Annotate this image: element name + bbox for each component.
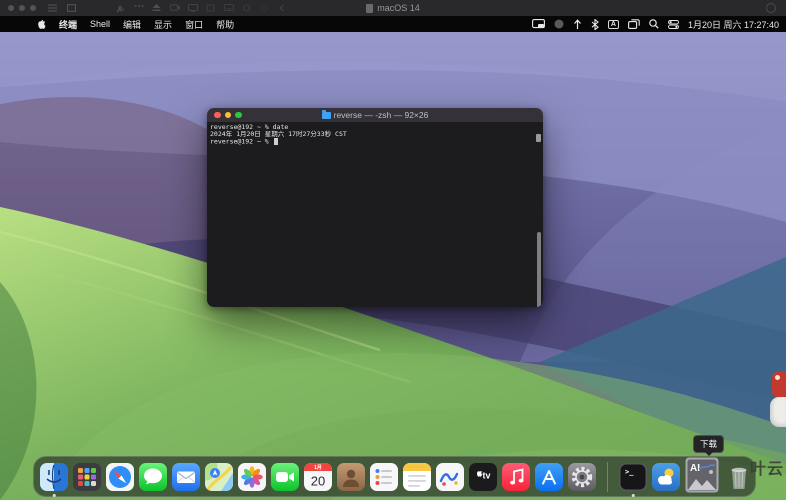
zoom-icon[interactable] <box>235 112 242 119</box>
vm-display-icon[interactable] <box>188 4 197 12</box>
vm-settings-icon[interactable] <box>260 4 269 12</box>
terminal-cursor <box>274 138 278 145</box>
dock-freeform-icon[interactable] <box>436 463 464 491</box>
dock-facetime-icon[interactable] <box>271 463 299 491</box>
edge-widget-icon[interactable] <box>770 397 786 427</box>
scrollbar-thumb[interactable] <box>537 232 541 307</box>
vm-tools-icon[interactable] <box>116 4 125 12</box>
edge-widget-icon[interactable] <box>772 371 786 398</box>
arrow-up-icon[interactable] <box>573 16 582 32</box>
macos-menubar: 终端 Shell 编辑 显示 窗口 帮助 A <box>0 16 786 32</box>
vm-refresh-icon[interactable] <box>766 3 776 13</box>
dock: 1月20 tv >_ <box>33 456 756 497</box>
vm-snapshot-icon[interactable] <box>242 4 251 12</box>
vm-minimize-icon[interactable] <box>19 5 25 11</box>
input-source-icon[interactable]: A <box>608 20 619 29</box>
dock-photos-icon[interactable] <box>238 463 266 491</box>
vm-keyboard-icon[interactable] <box>224 4 233 12</box>
watermark-text: 叶云 <box>750 455 784 479</box>
dock-system-settings-icon[interactable] <box>568 463 596 491</box>
dock-finder-icon[interactable] <box>40 463 68 491</box>
vm-fullscreen-icon[interactable] <box>67 4 76 12</box>
vm-traffic-lights[interactable] <box>8 5 36 11</box>
folder-icon <box>322 112 331 119</box>
menu-view[interactable]: 显示 <box>154 18 172 31</box>
dock-mail-icon[interactable] <box>172 463 200 491</box>
minimize-icon[interactable] <box>225 112 232 119</box>
control-center-icon[interactable] <box>668 16 679 32</box>
menu-edit[interactable]: 编辑 <box>123 18 141 31</box>
dock-maps-icon[interactable] <box>205 463 233 491</box>
dock-downloads-stack-icon[interactable]: AI <box>685 457 719 493</box>
running-indicator <box>53 494 56 497</box>
dock-reminders-icon[interactable] <box>370 463 398 491</box>
vm-sidebar-icon[interactable] <box>48 4 57 12</box>
vm-document-icon <box>366 4 373 13</box>
terminal-content[interactable]: reverse@192 ~ % date 2024年 1月20日 星期六 17时… <box>207 122 543 307</box>
svg-text:>_: >_ <box>625 468 634 476</box>
dock-tv-icon[interactable]: tv <box>469 463 497 491</box>
dock-safari-icon[interactable] <box>106 463 134 491</box>
dock-messages-icon[interactable] <box>139 463 167 491</box>
menu-terminal[interactable]: 终端 <box>59 18 77 31</box>
terminal-prompt: reverse@192 ~ % <box>210 138 535 146</box>
menu-window[interactable]: 窗口 <box>185 18 203 31</box>
dock-terminal-icon[interactable]: >_ <box>619 463 647 491</box>
dock-contacts-icon[interactable] <box>337 463 365 491</box>
terminal-titlebar[interactable]: reverse — -zsh — 92×26 <box>207 108 543 122</box>
vm-eject-icon[interactable] <box>152 4 161 12</box>
dock-music-icon[interactable] <box>502 463 530 491</box>
screen-mirroring-icon[interactable] <box>532 16 545 32</box>
apple-menu-icon[interactable] <box>36 16 46 32</box>
running-indicator <box>632 494 635 497</box>
vm-window-toolbar: macOS 14 <box>0 0 786 16</box>
siri-icon[interactable] <box>554 16 564 32</box>
close-icon[interactable] <box>214 112 221 119</box>
downloads-tooltip: 下载 <box>693 435 724 453</box>
dock-app-store-icon[interactable] <box>535 463 563 491</box>
vm-camera-icon[interactable] <box>170 4 179 12</box>
windows-stack-icon[interactable] <box>628 16 640 32</box>
scrollbar-mark[interactable] <box>536 134 541 142</box>
search-icon[interactable] <box>649 16 659 32</box>
vm-close-icon[interactable] <box>8 5 14 11</box>
screen: macOS 14 终端 Shell 编辑 显示 窗口 帮助 <box>0 0 786 500</box>
dock-divider <box>607 462 608 492</box>
bluetooth-icon[interactable] <box>591 16 599 32</box>
vm-zoom-icon[interactable] <box>30 5 36 11</box>
dock-calendar-icon[interactable]: 1月20 <box>304 463 332 491</box>
menubar-clock[interactable]: 1月20日 周六 17:27:40 <box>688 18 779 31</box>
vm-more-icon[interactable] <box>134 4 143 12</box>
menu-help[interactable]: 帮助 <box>216 18 234 31</box>
terminal-title: reverse — -zsh — 92×26 <box>207 110 543 120</box>
vm-usb-icon[interactable] <box>206 4 215 12</box>
dock-weather-icon[interactable] <box>652 463 680 491</box>
terminal-window[interactable]: reverse — -zsh — 92×26 reverse@192 ~ % d… <box>207 108 543 307</box>
menu-shell[interactable]: Shell <box>90 19 110 29</box>
dock-launchpad-icon[interactable] <box>73 463 101 491</box>
calendar-day-label: 20 <box>311 473 325 488</box>
tv-label: tv <box>482 470 490 480</box>
dock-notes-icon[interactable] <box>403 463 431 491</box>
vm-back-icon[interactable] <box>278 4 287 12</box>
calendar-month-label: 1月 <box>314 464 322 471</box>
